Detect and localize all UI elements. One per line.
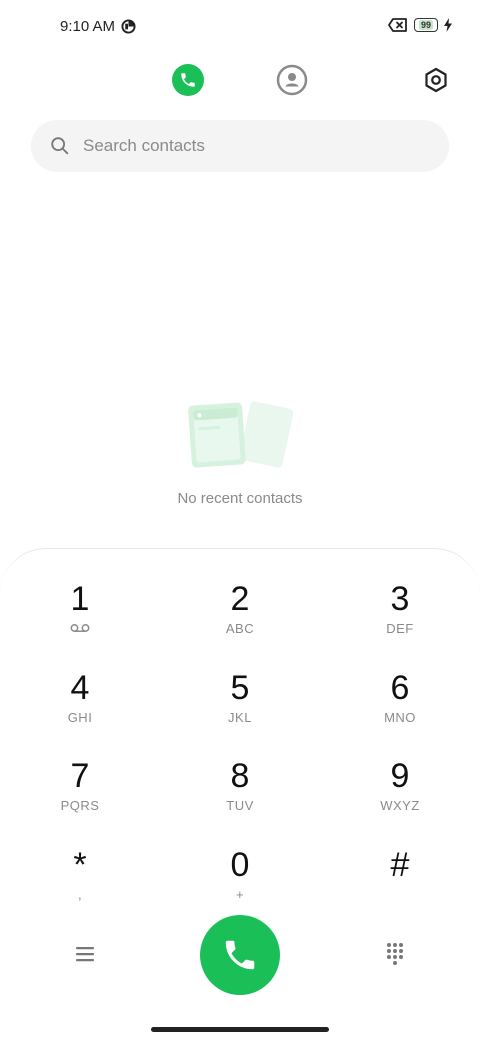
contacts-icon (276, 64, 308, 96)
dialpad-actions (0, 915, 480, 997)
menu-button[interactable] (72, 941, 98, 967)
empty-contacts-illustration (188, 401, 294, 468)
key-digit: 2 (230, 580, 250, 618)
top-tabs (0, 62, 480, 102)
key-letters: WXYZ (380, 798, 420, 813)
status-bar: 9:10 AM 99 (0, 0, 480, 56)
key-2[interactable]: 2 ABC (180, 579, 300, 659)
dialpad-grid-icon (387, 943, 403, 965)
charging-bolt-icon (444, 18, 452, 32)
settings-icon (425, 67, 447, 93)
key-6[interactable]: 6 MNO (340, 668, 460, 748)
key-star[interactable]: * , (20, 845, 140, 925)
tab-phone[interactable] (172, 64, 204, 96)
tab-contacts[interactable] (276, 64, 308, 96)
search-input[interactable] (83, 136, 403, 156)
key-8[interactable]: 8 TUV (180, 756, 300, 836)
menu-icon (76, 947, 94, 962)
call-button[interactable] (200, 915, 280, 995)
key-5[interactable]: 5 JKL (180, 668, 300, 748)
key-digit: 3 (390, 580, 410, 618)
key-0[interactable]: 0 + (180, 845, 300, 925)
phone-icon (181, 73, 195, 87)
no-sim-icon (388, 18, 407, 32)
key-letters: JKL (228, 710, 252, 725)
key-4[interactable]: 4 GHI (20, 668, 140, 748)
key-9[interactable]: 9 WXYZ (340, 756, 460, 836)
key-digit: 4 (70, 669, 90, 707)
key-1[interactable]: 1 (20, 579, 140, 659)
settings-button[interactable] (422, 66, 450, 94)
key-digit: 6 (390, 669, 410, 707)
phone-icon (225, 940, 255, 970)
key-letters: ABC (225, 621, 255, 636)
search-bar[interactable] (31, 120, 449, 172)
key-letters: GHI (67, 710, 93, 725)
key-hash[interactable]: # (340, 845, 460, 925)
home-indicator[interactable] (151, 1027, 329, 1032)
empty-state-message: No recent contacts (177, 490, 303, 507)
key-3[interactable]: 3 DEF (340, 579, 460, 659)
status-right: 99 (388, 18, 452, 32)
key-digit: 5 (230, 669, 250, 707)
key-letters: PQRS (60, 798, 100, 813)
key-letters: + (235, 887, 245, 902)
key-digit: 8 (230, 757, 250, 795)
data-saver-icon (121, 19, 136, 34)
empty-state: No recent contacts (0, 398, 480, 507)
search-icon (51, 137, 69, 155)
key-7[interactable]: 7 PQRS (20, 756, 140, 836)
key-letters: , (77, 887, 83, 902)
key-digit: * (73, 846, 87, 884)
voicemail-icon (70, 624, 90, 632)
key-digit: 0 (230, 846, 250, 884)
dialpad-toggle-button[interactable] (384, 941, 406, 967)
key-letters: MNO (384, 710, 416, 725)
battery-level: 99 (418, 20, 433, 30)
key-digit: 7 (70, 757, 90, 795)
key-digit: # (390, 846, 410, 884)
status-time: 9:10 AM (60, 18, 116, 35)
key-digit: 9 (390, 757, 410, 795)
dialpad: 1 2 ABC 3 DEF 4 GHI 5 JKL 6 MNO 7 PQRS 8… (0, 548, 480, 1040)
key-letters: DEF (386, 621, 414, 636)
key-letters: TUV (226, 798, 254, 813)
key-digit: 1 (70, 580, 90, 618)
battery-icon: 99 (414, 18, 438, 32)
